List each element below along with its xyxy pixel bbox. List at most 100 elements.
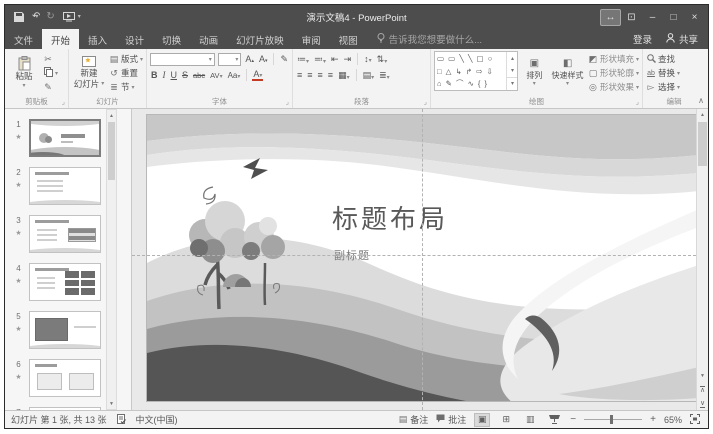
canvas-scroll-down-icon[interactable]: ▼ (697, 370, 708, 382)
slide-thumbnail-2[interactable] (29, 167, 101, 205)
text-direction-button[interactable]: ⇅ ▾ (376, 54, 389, 65)
align-right-button[interactable]: ≡ (317, 70, 324, 80)
slide-sorter-view-button[interactable]: ⊞ (498, 413, 514, 427)
fit-to-window-button[interactable] (690, 413, 700, 426)
thumb-scroll-up-icon[interactable]: ▲ (107, 110, 116, 121)
start-slideshow-icon[interactable] (62, 12, 75, 22)
replace-button[interactable]: ab 替换 ▾ (646, 67, 680, 79)
minimize-button[interactable]: – (642, 9, 663, 26)
increase-indent-button[interactable]: ⇥ (343, 54, 353, 65)
canvas-scrollbar[interactable]: ▲ ▼ ∧ ∨ (696, 109, 708, 410)
columns-button[interactable]: ▦ ▾ (337, 70, 351, 81)
tab-review[interactable]: 审阅 (293, 29, 330, 49)
shapes-gallery[interactable]: ▭ ▭ ╲ ╲ ▢ ○ □ △ ↳ ↱ ⇨ ⇩ ⌂ ✎ ⌒ ∿ { } ▴ ▾ … (434, 51, 519, 91)
grow-font-button[interactable]: A ▴ (244, 54, 255, 64)
find-button[interactable]: 查找 (646, 53, 680, 65)
smartart-convert-button[interactable]: ≣ ▾ (378, 70, 391, 81)
align-text-button[interactable]: ▤ ▾ (362, 70, 376, 81)
normal-view-button[interactable]: ▣ (474, 412, 491, 427)
current-slide[interactable]: 标题布局 副标题 (146, 114, 698, 402)
zoom-in-button[interactable]: + (650, 414, 656, 425)
slideshow-view-button[interactable] (546, 413, 562, 427)
tab-view[interactable]: 视图 (330, 29, 367, 49)
sign-in-link[interactable]: 登录 (633, 32, 652, 46)
justify-button[interactable]: ≡ (327, 70, 334, 80)
slide-title-text[interactable]: 标题布局 (332, 199, 448, 236)
italic-button[interactable]: I (162, 70, 167, 80)
slide-thumbnail-1[interactable] (29, 119, 101, 157)
notes-button[interactable]: ▤ 备注 (399, 413, 429, 426)
tab-home[interactable]: 开始 (42, 29, 80, 49)
cut-button[interactable]: ✂ (43, 53, 58, 65)
arrange-button[interactable]: ▣ 排列 ▾ (521, 51, 547, 95)
thumbnail-scrollbar[interactable]: ▲ ▼ (106, 109, 117, 410)
tab-animations[interactable]: 动画 (190, 29, 227, 49)
thumb-scroll-down-icon[interactable]: ▼ (107, 398, 116, 409)
paste-button[interactable]: 粘贴 ▾ (8, 51, 40, 95)
zoom-slider[interactable] (584, 415, 643, 424)
layout-button[interactable]: ▤ 版式 ▾ (109, 53, 143, 65)
shapes-scroll-up[interactable]: ▴ (507, 52, 517, 64)
customize-qat-button[interactable]: ▾ (78, 14, 81, 20)
next-slide-button[interactable]: ∨ (697, 398, 708, 410)
reset-button[interactable]: ↺ 重置 (109, 67, 143, 79)
clipboard-dialog-launcher[interactable]: ⌟ (62, 98, 65, 106)
character-spacing-button[interactable]: AV ▾ (209, 71, 223, 80)
maximize-button[interactable]: □ (663, 9, 684, 26)
decrease-indent-button[interactable]: ⇤ (330, 54, 340, 65)
fullscreen-button[interactable]: ↔ (600, 8, 621, 26)
font-size-combo[interactable]: ▾ (217, 52, 242, 66)
zoom-slider-handle[interactable] (610, 415, 614, 424)
shape-fill-button[interactable]: ◩ 形状填充 ▾ (588, 53, 639, 65)
tab-transitions[interactable]: 切换 (153, 29, 190, 49)
undo-button[interactable]: ↶ ▾ (32, 12, 40, 22)
new-slide-button[interactable]: 新建 幻灯片 ▾ (72, 51, 106, 95)
format-painter-button[interactable]: ✎ (43, 81, 58, 93)
zoom-level[interactable]: 65% (664, 415, 682, 425)
canvas-scroll-up-icon[interactable]: ▲ (697, 109, 708, 121)
slide-thumbnail-7[interactable] (29, 407, 101, 410)
copy-button[interactable]: ▾ (43, 67, 58, 79)
align-left-button[interactable]: ≡ (296, 70, 303, 80)
slide-thumbnail-6[interactable] (29, 359, 101, 397)
slide-thumbnail-5[interactable] (29, 311, 101, 349)
tab-design[interactable]: 设计 (116, 29, 153, 49)
comments-button[interactable]: 批注 (436, 413, 466, 426)
paragraph-dialog-launcher[interactable]: ⌟ (424, 98, 427, 106)
spellcheck-indicator[interactable] (116, 413, 126, 426)
shape-outline-button[interactable]: ▢ 形状轮廓 ▾ (588, 67, 639, 79)
quick-styles-button[interactable]: ◧ 快速样式 ▾ (550, 51, 585, 95)
shapes-more-button[interactable]: ▾ (507, 76, 518, 90)
collapse-ribbon-button[interactable]: ∧ (698, 96, 704, 105)
save-icon[interactable] (14, 12, 24, 22)
shapes-scroll-down[interactable]: ▾ (507, 64, 517, 76)
reading-view-button[interactable]: ▥ (522, 413, 538, 427)
select-button[interactable]: ▻ 选择 ▾ (646, 81, 681, 93)
underline-button[interactable]: U (170, 70, 179, 80)
font-name-combo[interactable]: ▾ (150, 52, 215, 66)
slide-subtitle-text[interactable]: 副标题 (334, 247, 370, 263)
slide-thumbnail-3[interactable] (29, 215, 101, 253)
drawing-dialog-launcher[interactable]: ⌟ (636, 98, 639, 106)
canvas-scrollbar-handle[interactable] (698, 122, 707, 166)
clear-formatting-button[interactable]: ✎ (279, 54, 289, 65)
tab-slideshow[interactable]: 幻灯片放映 (227, 29, 293, 49)
ribbon-display-options-button[interactable]: ⊡ (621, 9, 642, 26)
tab-file[interactable]: 文件 (5, 29, 42, 49)
strikethrough-button[interactable]: S (181, 70, 189, 80)
shadow-button[interactable]: abc (192, 71, 206, 80)
font-color-button[interactable]: A ▾ (252, 69, 264, 81)
section-button[interactable]: ≣ 节 ▾ (109, 81, 143, 93)
bold-button[interactable]: B (150, 70, 159, 80)
line-spacing-button[interactable]: ↕ ▾ (363, 54, 373, 64)
slide-thumbnail-4[interactable] (29, 263, 101, 301)
shape-effects-button[interactable]: ◎ 形状效果 ▾ (588, 81, 639, 93)
thumb-scrollbar-handle[interactable] (108, 122, 115, 180)
tell-me-box[interactable]: 告诉我您想要做什么... (367, 29, 492, 49)
font-dialog-launcher[interactable]: ⌟ (286, 98, 289, 106)
language-indicator[interactable]: 中文(中国) (136, 413, 178, 426)
zoom-out-button[interactable]: − (570, 414, 576, 425)
align-center-button[interactable]: ≡ (306, 70, 313, 80)
share-button[interactable]: 共享 (666, 32, 698, 46)
bullets-button[interactable]: ≔ ▾ (296, 54, 310, 65)
